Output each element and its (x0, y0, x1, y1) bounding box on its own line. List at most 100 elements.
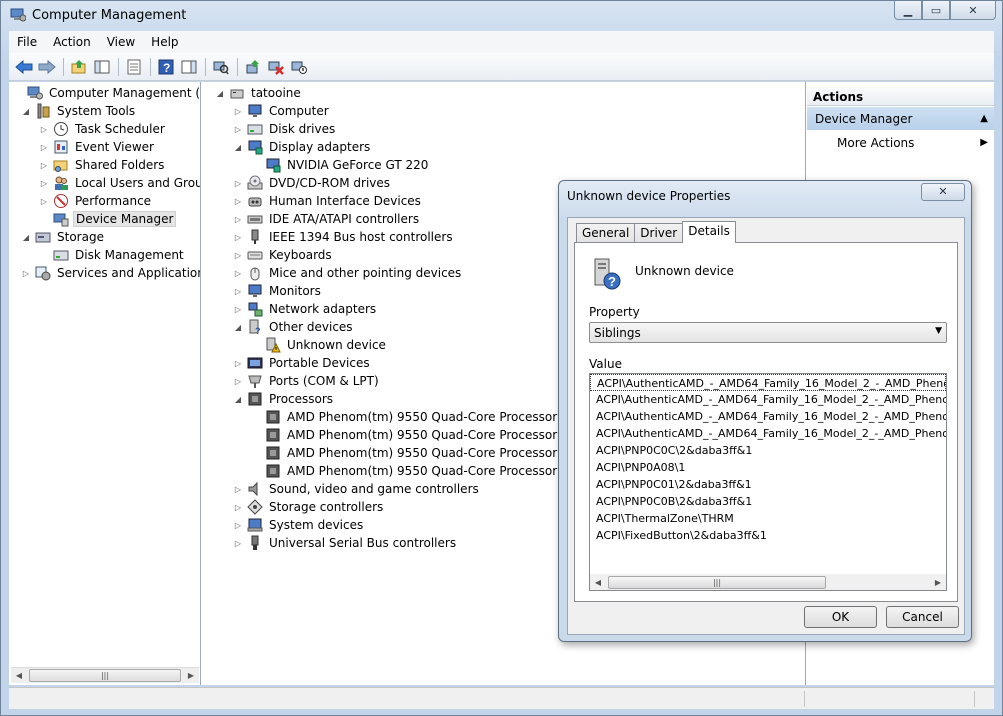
scan-hardware-button[interactable] (210, 56, 232, 78)
expand-icon[interactable]: ▷ (39, 196, 49, 206)
expand-icon[interactable]: ▷ (233, 124, 243, 134)
tree-item-local-users[interactable]: ▷ Local Users and Groups (39, 174, 200, 192)
value-item[interactable]: ACPI\AuthenticAMD_-_AMD64_Family_16_Mode… (590, 374, 946, 391)
device-category[interactable]: ▷ Monitors (233, 282, 323, 300)
more-actions-link[interactable]: More Actions (837, 136, 914, 150)
device-category[interactable]: ▷ Computer (233, 102, 331, 120)
device-category[interactable]: ▷ Ports (COM & LPT) (233, 372, 381, 390)
tab-driver[interactable]: Driver (634, 223, 684, 242)
value-item[interactable]: ACPI\PNP0C0B\2&daba3ff&1 (590, 493, 946, 510)
disable-device-button[interactable] (288, 56, 310, 78)
expand-icon[interactable]: ▷ (233, 304, 243, 314)
expand-icon[interactable]: ▷ (233, 502, 243, 512)
expand-icon[interactable]: ▷ (233, 358, 243, 368)
device-item-processor[interactable]: AMD Phenom(tm) 9550 Quad-Core Processor (251, 444, 559, 462)
expand-icon[interactable]: ▷ (233, 520, 243, 530)
device-item[interactable]: NVIDIA GeForce GT 220 (251, 156, 430, 174)
value-item[interactable]: ACPI\AuthenticAMD_-_AMD64_Family_16_Mode… (590, 408, 946, 425)
minimize-button[interactable]: ▁ (894, 1, 922, 20)
properties-button[interactable] (123, 56, 145, 78)
device-category[interactable]: ◢ ? Other devices (233, 318, 355, 336)
scroll-left-icon[interactable]: ◀ (11, 671, 27, 680)
menu-action[interactable]: Action (45, 35, 99, 49)
device-category[interactable]: ▷ Network adapters (233, 300, 378, 318)
device-category[interactable]: ▷ Storage controllers (233, 498, 385, 516)
value-horizontal-scrollbar[interactable]: ◀ ||| ▶ (590, 574, 946, 590)
expand-icon[interactable]: ▷ (233, 250, 243, 260)
expand-icon[interactable]: ▷ (233, 376, 243, 386)
chevron-right-icon[interactable]: ▶ (980, 137, 988, 148)
device-category[interactable]: ▷ Keyboards (233, 246, 334, 264)
tree-item-services-applications[interactable]: ▷ Services and Applications (21, 264, 200, 282)
device-category[interactable]: ▷ Sound, video and game controllers (233, 480, 481, 498)
scroll-thumb[interactable]: ||| (608, 575, 826, 589)
collapse-icon[interactable]: ◢ (233, 322, 243, 332)
scroll-thumb[interactable]: ||| (29, 669, 181, 682)
collapse-icon[interactable]: ◢ (233, 394, 243, 404)
expand-icon[interactable]: ▷ (233, 484, 243, 494)
tree-item-task-scheduler[interactable]: ▷ Task Scheduler (39, 120, 167, 138)
expand-icon[interactable]: ▷ (233, 214, 243, 224)
tab-details[interactable]: Details (682, 221, 736, 243)
device-category[interactable]: ▷ Universal Serial Bus controllers (233, 534, 458, 552)
tab-general[interactable]: General (576, 223, 636, 242)
chevron-down-icon[interactable]: ▼ (935, 326, 942, 336)
expand-icon[interactable]: ▷ (39, 142, 49, 152)
collapse-icon[interactable]: ◢ (233, 142, 243, 152)
tree-item-storage[interactable]: ◢ Storage (21, 228, 106, 246)
device-category[interactable]: ▷ DVD/CD-ROM drives (233, 174, 392, 192)
tree-item-device-manager[interactable]: Device Manager (39, 210, 177, 228)
value-item[interactable]: ACPI\PNP0C01\2&daba3ff&1 (590, 476, 946, 493)
value-list[interactable]: ACPI\AuthenticAMD_-_AMD64_Family_16_Mode… (589, 373, 947, 591)
expand-icon[interactable]: ▷ (21, 268, 31, 278)
tree-item-event-viewer[interactable]: ▷ Event Viewer (39, 138, 156, 156)
menu-help[interactable]: Help (143, 35, 186, 49)
collapse-icon[interactable]: ◢ (21, 106, 31, 116)
device-item-processor[interactable]: AMD Phenom(tm) 9550 Quad-Core Processor (251, 462, 559, 480)
device-item-unknown[interactable]: Unknown device (251, 336, 388, 354)
expand-icon[interactable]: ▷ (39, 178, 49, 188)
tree-item-shared-folders[interactable]: ▷ Shared Folders (39, 156, 166, 174)
expand-icon[interactable]: ▷ (233, 178, 243, 188)
actions-section-device-manager[interactable]: Device Manager ▲ (807, 107, 994, 130)
tree-horizontal-scrollbar[interactable]: ◀ ||| ▶ (11, 667, 199, 683)
device-root[interactable]: ◢ tatooine (215, 84, 303, 102)
collapse-up-icon[interactable]: ▲ (980, 113, 988, 124)
forward-button[interactable] (36, 56, 58, 78)
tree-item-disk-management[interactable]: Disk Management (39, 246, 186, 264)
scroll-left-icon[interactable]: ◀ (590, 578, 606, 587)
value-item[interactable]: ACPI\PNP0C0C\2&daba3ff&1 (590, 442, 946, 459)
device-item-processor[interactable]: AMD Phenom(tm) 9550 Quad-Core Processor (251, 426, 559, 444)
back-button[interactable] (13, 56, 35, 78)
scroll-right-icon[interactable]: ▶ (930, 578, 946, 587)
up-one-level-button[interactable] (68, 56, 90, 78)
device-category[interactable]: ▷ IEEE 1394 Bus host controllers (233, 228, 455, 246)
device-category[interactable]: ▷ Mice and other pointing devices (233, 264, 463, 282)
device-category[interactable]: ▷ Disk drives (233, 120, 337, 138)
value-item[interactable]: ACPI\FixedButton\2&daba3ff&1 (590, 527, 946, 544)
device-item-processor[interactable]: AMD Phenom(tm) 9550 Quad-Core Processor (251, 408, 559, 426)
device-category[interactable]: ▷ System devices (233, 516, 365, 534)
dialog-close-button[interactable]: ✕ (921, 183, 965, 201)
value-item[interactable]: ACPI\PNP0A08\1 (590, 459, 946, 476)
expand-icon[interactable]: ▷ (39, 160, 49, 170)
expand-icon[interactable]: ▷ (39, 124, 49, 134)
value-item[interactable]: ACPI\AuthenticAMD_-_AMD64_Family_16_Mode… (590, 425, 946, 442)
collapse-icon[interactable]: ◢ (21, 232, 31, 242)
value-item[interactable]: ACPI\AuthenticAMD_-_AMD64_Family_16_Mode… (590, 391, 946, 408)
device-category[interactable]: ◢ Processors (233, 390, 335, 408)
expand-icon[interactable]: ▷ (233, 196, 243, 206)
maximize-button[interactable]: ▭ (922, 1, 950, 20)
expand-icon[interactable]: ▷ (233, 232, 243, 242)
menu-file[interactable]: File (9, 35, 45, 49)
uninstall-button[interactable] (265, 56, 287, 78)
show-action-pane-button[interactable] (178, 56, 200, 78)
device-category[interactable]: ▷ Portable Devices (233, 354, 372, 372)
cancel-button[interactable]: Cancel (886, 606, 959, 628)
tree-item-system-tools[interactable]: ◢ System Tools (21, 102, 137, 120)
menu-view[interactable]: View (99, 35, 143, 49)
close-button[interactable]: ✕ (950, 1, 996, 20)
scroll-right-icon[interactable]: ▶ (183, 671, 199, 680)
device-category[interactable]: ▷ IDE ATA/ATAPI controllers (233, 210, 421, 228)
expand-icon[interactable]: ▷ (233, 106, 243, 116)
